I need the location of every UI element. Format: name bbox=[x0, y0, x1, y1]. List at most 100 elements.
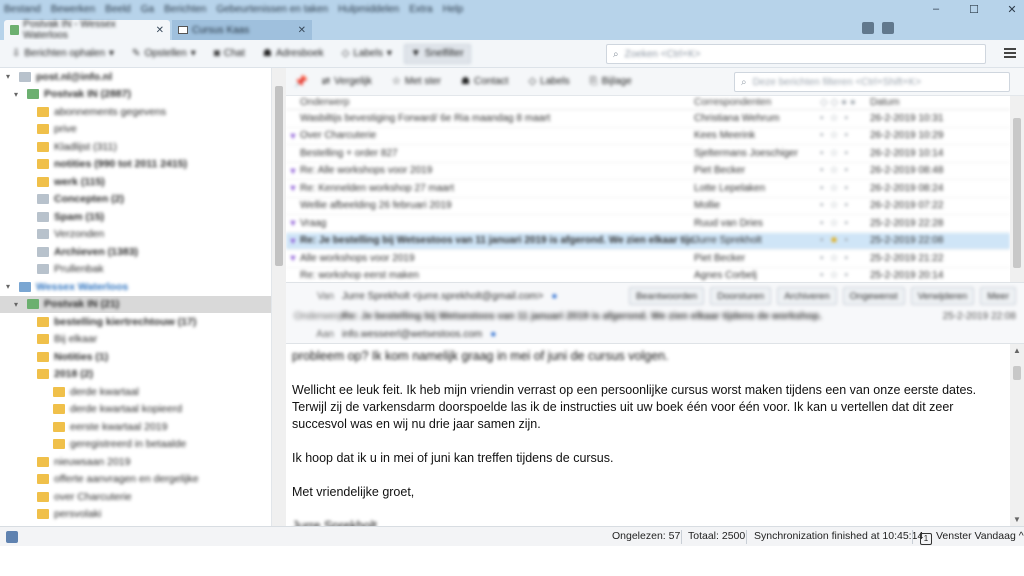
read-dot-icon[interactable]: • bbox=[820, 165, 824, 176]
menu-item[interactable]: Gebeurtenissen en taken bbox=[216, 4, 328, 15]
menu-item[interactable]: Beeld bbox=[105, 4, 131, 15]
table-row[interactable]: Bestelling + order 827 Sjeltermans Joesch… bbox=[286, 145, 1010, 163]
star-icon[interactable]: ☆ bbox=[830, 165, 839, 176]
archive-button[interactable]: Archiveren bbox=[777, 287, 837, 305]
folder-item[interactable]: Concepten (2) bbox=[0, 191, 271, 209]
filter-star-button[interactable]: ☆ Met ster bbox=[386, 72, 447, 92]
read-dot-icon[interactable]: • bbox=[820, 183, 824, 194]
table-row[interactable]: Wellie afbeelding 26 februari 2019 Mollie… bbox=[286, 198, 1010, 215]
close-icon[interactable]: ✕ bbox=[1006, 3, 1018, 16]
compose-button[interactable]: ✎ Opstellen ▾ bbox=[126, 44, 202, 64]
star-icon[interactable]: ☆ bbox=[830, 183, 839, 194]
junk-button[interactable]: Ongewenst bbox=[842, 287, 905, 305]
table-row[interactable]: ▼ Over Charcuterie Kees Meerink • ☆ • 26-2-201… bbox=[286, 128, 1010, 145]
junk-icon[interactable]: • bbox=[844, 148, 848, 159]
folder-item[interactable]: derde kwartaal kopieerd bbox=[0, 401, 271, 419]
table-row[interactable]: ▼ Re: Alle workshops voor 2019 Piet Becker… bbox=[286, 163, 1010, 180]
chevron-down-icon[interactable]: ▾ bbox=[6, 282, 14, 291]
tags-button[interactable]: ◇ Labels ▾ bbox=[336, 44, 398, 64]
row-flags[interactable]: • ☆ • bbox=[820, 200, 870, 211]
pin-icon[interactable]: 📌 bbox=[294, 75, 308, 88]
folder-item[interactable]: Spam (15) bbox=[0, 208, 271, 226]
table-row[interactable]: Re: workshop eerst maken Agnes Corbelj • ☆ •… bbox=[286, 268, 1010, 283]
star-icon[interactable]: ★ bbox=[830, 235, 839, 246]
read-dot-icon[interactable]: • bbox=[820, 253, 824, 264]
menu-item[interactable]: Bewerken bbox=[51, 4, 95, 15]
folder-item[interactable]: Prullenbak bbox=[0, 261, 271, 279]
to-value[interactable]: info.wesseerl@wetsestoos.com bbox=[342, 329, 482, 340]
chevron-down-icon[interactable]: ▾ bbox=[6, 72, 14, 81]
row-flags[interactable]: • ☆ • bbox=[820, 165, 870, 176]
folder-item[interactable]: Bij elkaar bbox=[0, 331, 271, 349]
scrollbar-thumb[interactable] bbox=[1013, 118, 1021, 268]
folder-item[interactable]: ▾ Wessex Waterloos bbox=[0, 278, 271, 296]
column-subject[interactable]: Onderwerp bbox=[300, 97, 694, 108]
contact-star-icon[interactable]: ● bbox=[490, 329, 496, 340]
read-dot-icon[interactable]: • bbox=[820, 235, 824, 246]
row-flags[interactable]: • ☆ • bbox=[820, 270, 870, 281]
scroll-up-icon[interactable]: ▲ bbox=[1013, 346, 1021, 355]
junk-icon[interactable]: • bbox=[844, 183, 848, 194]
junk-icon[interactable]: • bbox=[844, 165, 848, 176]
scrollbar-thumb[interactable] bbox=[275, 86, 283, 266]
junk-icon[interactable]: • bbox=[844, 270, 848, 281]
star-icon[interactable]: ☆ bbox=[830, 130, 839, 141]
quick-filter-button[interactable]: ▼ Snelfilter bbox=[403, 43, 471, 64]
row-flags[interactable]: • ☆ • bbox=[820, 148, 870, 159]
close-tab-icon[interactable]: ✕ bbox=[298, 25, 306, 36]
junk-icon[interactable]: • bbox=[844, 235, 848, 246]
today-pane-toggle[interactable]: 1 Venster Vandaag ^ bbox=[920, 530, 1024, 545]
tab-message[interactable]: Cursus Kaas ✕ bbox=[172, 20, 312, 40]
read-dot-icon[interactable]: • bbox=[820, 218, 824, 229]
more-button[interactable]: Meer bbox=[980, 287, 1016, 305]
folder-item[interactable]: ▾ Postvak IN (21) bbox=[0, 295, 271, 313]
folder-item[interactable]: derde kwartaal bbox=[0, 383, 271, 401]
folder-item[interactable]: eerste kwartaal 2019 bbox=[0, 418, 271, 436]
chat-button[interactable]: ◙ Chat bbox=[208, 44, 251, 64]
folder-item[interactable]: geregistreerd in betaalde bbox=[0, 436, 271, 454]
tasks-icon[interactable] bbox=[882, 22, 894, 34]
filter-messages-input[interactable]: ⌕ Deze berichten filteren <Ctrl+Shift+K> bbox=[734, 72, 1010, 92]
star-icon[interactable]: ☆ bbox=[830, 270, 839, 281]
junk-icon[interactable]: • bbox=[844, 130, 848, 141]
column-from[interactable]: Correspondenten bbox=[694, 97, 820, 108]
read-dot-icon[interactable]: • bbox=[820, 130, 824, 141]
scroll-down-icon[interactable]: ▼ bbox=[1013, 515, 1021, 524]
junk-icon[interactable]: • bbox=[844, 218, 848, 229]
tab-inbox[interactable]: Postvak IN - Wessex Waterloos ✕ bbox=[4, 19, 170, 41]
row-flags[interactable]: • ☆ • bbox=[820, 218, 870, 229]
menu-item[interactable]: Ga bbox=[141, 4, 154, 15]
app-menu-icon[interactable] bbox=[1004, 48, 1016, 58]
read-dot-icon[interactable]: • bbox=[820, 270, 824, 281]
menu-item[interactable]: Help bbox=[443, 4, 464, 15]
filter-compare-button[interactable]: ⇄ Vergelijk bbox=[316, 72, 378, 92]
folder-item[interactable]: werk (115) bbox=[0, 173, 271, 191]
filter-contact-button[interactable]: ☗ Contact bbox=[455, 72, 514, 92]
folder-item[interactable]: bestelling kiertrechtouw (17) bbox=[0, 313, 271, 331]
folder-item[interactable]: offerte aanvragen en dergelijke bbox=[0, 471, 271, 489]
folder-scrollbar[interactable] bbox=[272, 68, 286, 526]
folder-item[interactable]: ▾ post.nl@info.nl bbox=[0, 68, 271, 86]
junk-icon[interactable]: • bbox=[844, 253, 848, 264]
column-date[interactable]: Datum bbox=[870, 97, 990, 108]
star-icon[interactable]: ☆ bbox=[830, 218, 839, 229]
table-row[interactable]: ▼ Alle workshops voor 2019 Piet Becker • ☆ • 2… bbox=[286, 250, 1010, 268]
address-book-button[interactable]: ☗ Adresboek bbox=[257, 44, 330, 64]
menu-item[interactable]: Bestand bbox=[4, 4, 41, 15]
folder-item[interactable]: over Charcuterie bbox=[0, 488, 271, 506]
star-icon[interactable]: ☆ bbox=[830, 113, 839, 124]
column-flags[interactable]: ◇ ◇ ● ● bbox=[820, 97, 870, 108]
thread-scrollbar[interactable] bbox=[1010, 96, 1024, 282]
folder-item[interactable]: persvolaki bbox=[0, 506, 271, 524]
row-flags[interactable]: • ☆ • bbox=[820, 113, 870, 124]
menu-item[interactable]: Extra bbox=[409, 4, 432, 15]
folder-item[interactable]: Verzonden bbox=[0, 226, 271, 244]
folder-item[interactable]: abonnements gegevens bbox=[0, 103, 271, 121]
folder-item[interactable]: 2018 (2) bbox=[0, 366, 271, 384]
from-value[interactable]: Jurre Sprekholt <jurre.sprekholt@gmail.c… bbox=[342, 291, 543, 302]
junk-icon[interactable]: • bbox=[844, 113, 848, 124]
trash-button[interactable]: Verwijderen bbox=[910, 287, 975, 305]
folder-item[interactable]: notities (990 tot 2011 2415) bbox=[0, 156, 271, 174]
table-row[interactable]: ▼ Re: Kennelden workshop 27 maart Lotte Le… bbox=[286, 180, 1010, 198]
table-row[interactable]: Wasbiltijs bevestiging Forward/ 6e Ria m… bbox=[286, 110, 1010, 128]
